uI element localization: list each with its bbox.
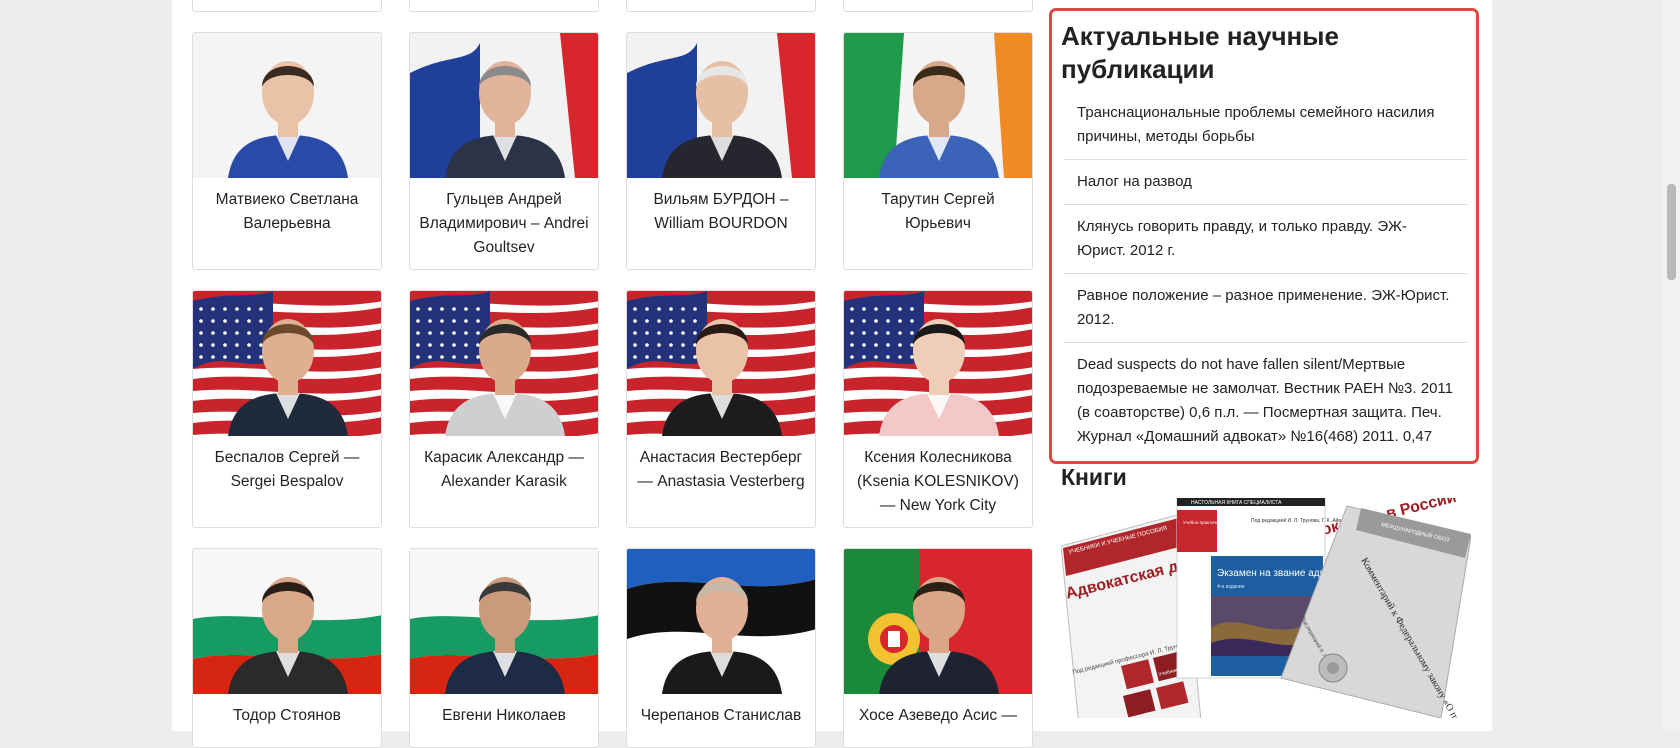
person-name-link[interactable]: Карасик Александр — Alexander Karasik <box>410 436 598 494</box>
person-name-link[interactable]: Анастасия Вестерберг — Anastasia Vesterb… <box>627 436 815 494</box>
person-photo[interactable] <box>627 549 815 694</box>
portrait-photo <box>662 319 782 436</box>
person-photo[interactable] <box>193 291 381 436</box>
books-image[interactable]: УЧЕБНИКИ И УЧЕБНЫЕ ПОСОБИЯ Адвокатская д… <box>1061 498 1471 718</box>
person-name-link[interactable]: Тодор Стоянов <box>193 694 381 728</box>
person-name-link[interactable]: Вильям БУРДОН – William BOURDON <box>627 178 815 236</box>
publications-list: Транснациональные проблемы семейного нас… <box>1064 101 1467 459</box>
person-card[interactable]: Тодор Стоянов <box>192 548 382 748</box>
person-card[interactable]: Вильям БУРДОН – William BOURDON <box>626 32 816 270</box>
portrait-photo <box>879 61 999 178</box>
publication-link[interactable]: Равное положение – разное применение. ЭЖ… <box>1064 273 1467 342</box>
person-name-link[interactable]: Хосе Азеведо Асис — <box>844 694 1032 728</box>
svg-text:НАСТОЛЬНАЯ КНИГА СПЕЦИАЛИСТА: НАСТОЛЬНАЯ КНИГА СПЕЦИАЛИСТА <box>1191 500 1282 506</box>
svg-text:Учебно-практическое пособие: Учебно-практическое пособие <box>1183 520 1247 525</box>
publications-title: Актуальные научные публикации <box>1061 21 1339 84</box>
person-photo[interactable] <box>193 549 381 694</box>
person-card[interactable]: Беспалов Сергей — Sergei Bespalov <box>192 290 382 528</box>
portrait-photo <box>662 577 782 694</box>
portrait-photo <box>879 319 999 436</box>
card-stub <box>192 0 382 12</box>
portrait-photo <box>228 61 348 178</box>
card-stub <box>409 0 599 12</box>
person-photo[interactable] <box>627 291 815 436</box>
person-name-link[interactable]: Тарутин Сергей Юрьевич <box>844 178 1032 236</box>
person-card[interactable]: Евгени Николаев <box>409 548 599 748</box>
person-name-link[interactable]: Беспалов Сергей — Sergei Bespalov <box>193 436 381 494</box>
person-photo[interactable] <box>410 549 598 694</box>
person-card[interactable]: Анастасия Вестерберг — Anastasia Vesterb… <box>626 290 816 528</box>
person-card[interactable]: Карасик Александр — Alexander Karasik <box>409 290 599 528</box>
portrait-photo <box>445 61 565 178</box>
person-name-link[interactable]: Черепанов Станислав <box>627 694 815 728</box>
publication-link[interactable]: Клянусь говорить правду, и только правду… <box>1064 204 1467 273</box>
person-photo[interactable] <box>193 33 381 178</box>
person-name-link[interactable]: Матвиеко Светлана Валерьевна <box>193 178 381 236</box>
person-name-link[interactable]: Гульцев Андрей Владимирович – Andrei Gou… <box>410 178 598 260</box>
person-photo[interactable] <box>844 33 1032 178</box>
person-card[interactable]: Тарутин Сергей Юрьевич <box>843 32 1033 270</box>
person-card[interactable]: Гульцев Андрей Владимирович – Andrei Gou… <box>409 32 599 270</box>
portrait-photo <box>228 319 348 436</box>
person-card[interactable]: Ксения Колесникова (Ksenia KOLESNIKOV) —… <box>843 290 1033 528</box>
portrait-photo <box>228 577 348 694</box>
publication-link[interactable]: Dead suspects do not have fallen silent/… <box>1064 342 1467 459</box>
person-photo[interactable] <box>410 291 598 436</box>
svg-text:Под редакцией И. Л. Трунова, Г: Под редакцией И. Л. Трунова, Г. К. Айвар <box>1251 517 1347 524</box>
card-stub <box>843 0 1033 12</box>
person-card[interactable]: Хосе Азеведо Асис — <box>843 548 1033 748</box>
person-photo[interactable] <box>410 33 598 178</box>
publication-link[interactable]: Транснациональные проблемы семейного нас… <box>1064 101 1467 159</box>
card-stub <box>626 0 816 12</box>
svg-text:4-е издание: 4-е издание <box>1217 584 1245 590</box>
person-name-link[interactable]: Ксения Колесникова (Ksenia KOLESNIKOV) —… <box>844 436 1032 518</box>
publication-link[interactable]: Налог на развод <box>1064 159 1467 204</box>
portrait-photo <box>445 319 565 436</box>
person-card[interactable]: Черепанов Станислав <box>626 548 816 748</box>
person-name-link[interactable]: Евгени Николаев <box>410 694 598 728</box>
person-photo[interactable] <box>844 549 1032 694</box>
publications-widget: Актуальные научные публикации Транснацио… <box>1049 8 1479 464</box>
person-photo[interactable] <box>844 291 1032 436</box>
person-card[interactable]: Матвиеко Светлана Валерьевна <box>192 32 382 270</box>
portrait-photo <box>879 577 999 694</box>
scrollbar-thumb[interactable] <box>1667 184 1676 280</box>
books-title: Книги <box>1061 464 1127 490</box>
main-content: Матвиеко Светлана Валерьевна Гульцев Андр… <box>172 0 1492 748</box>
vertical-scrollbar[interactable] <box>1663 0 1680 731</box>
portrait-photo <box>445 577 565 694</box>
person-photo[interactable] <box>627 33 815 178</box>
portrait-photo <box>662 61 782 178</box>
